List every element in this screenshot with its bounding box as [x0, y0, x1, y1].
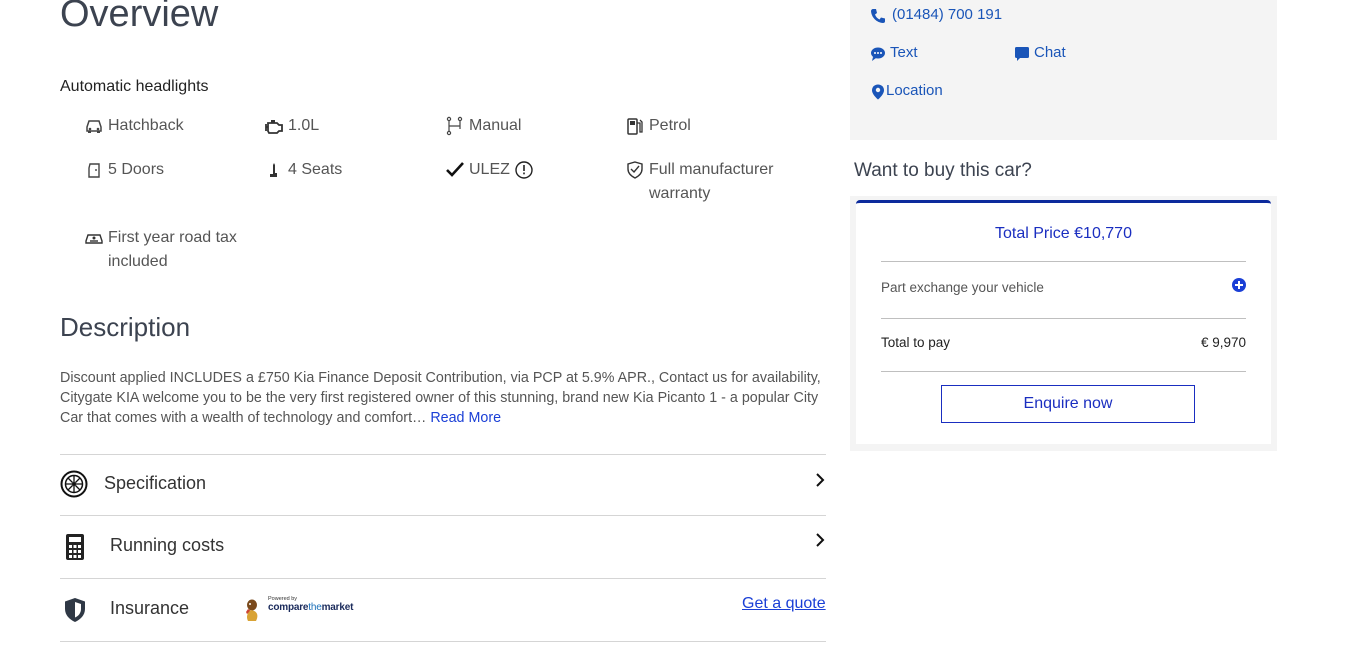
total-to-pay-label: Total to pay — [881, 335, 951, 350]
read-more-link[interactable]: Read More — [430, 410, 501, 426]
divider — [60, 454, 826, 455]
feature-label: 4 Seats — [288, 161, 343, 178]
text-label: Text — [890, 44, 918, 61]
chevron-right-icon — [816, 533, 825, 547]
calculator-icon — [66, 534, 84, 560]
feature-label: Manual — [469, 117, 522, 134]
map-pin-icon — [872, 84, 884, 100]
accordion-label: Insurance — [110, 598, 190, 618]
gearbox-icon — [446, 116, 463, 136]
ctm-brand-c: market — [321, 602, 354, 613]
overview-title: Overview — [60, 0, 219, 35]
ctm-brand-a: compare — [268, 602, 309, 613]
info-alert-icon[interactable] — [515, 161, 533, 179]
total-to-pay-value: € 9,970 — [1200, 335, 1246, 350]
add-part-exchange-icon[interactable] — [1232, 278, 1246, 292]
dealer-contact-panel: (01484) 700 191 Text Chat Location — [850, 0, 1277, 140]
buy-card: Total Price €10,770 Part exchange your v… — [850, 196, 1277, 451]
location-label: Location — [886, 82, 943, 99]
road-tax-icon — [85, 234, 103, 244]
meerkat-icon — [246, 599, 258, 621]
feature-label: Hatchback — [108, 117, 184, 134]
checkmark-icon — [446, 162, 464, 177]
part-exchange-label: Part exchange your vehicle — [881, 280, 1044, 295]
feature-label-line1: Full manufacturer — [649, 161, 774, 178]
feature-label-line2: included — [108, 253, 168, 270]
ctm-brand: comparethemarket — [268, 602, 353, 613]
feature-label-line2: warranty — [649, 185, 711, 202]
divider — [60, 515, 826, 516]
divider — [881, 371, 1246, 372]
chat-icon — [1015, 47, 1029, 61]
accordion-label: Specification — [104, 473, 207, 493]
get-quote-link[interactable]: Get a quote — [742, 595, 826, 613]
accordion-label: Running costs — [110, 535, 225, 555]
chat-label: Chat — [1034, 44, 1066, 61]
car-icon — [86, 120, 102, 133]
phone-icon — [871, 9, 885, 23]
highlight-text: Automatic headlights — [60, 78, 209, 95]
description-title: Description — [60, 312, 191, 342]
phone-number: (01484) 700 191 — [892, 6, 1003, 23]
shield-icon — [65, 598, 85, 622]
fuel-pump-icon — [627, 118, 643, 135]
divider — [881, 261, 1246, 262]
feature-label: ULEZ — [469, 161, 510, 178]
comparethemarket-logo: Powered by comparethemarket — [243, 596, 378, 624]
chevron-right-icon — [816, 473, 825, 487]
divider — [60, 578, 826, 579]
feature-label-line1: First year road tax — [108, 229, 237, 246]
enquire-now-button[interactable]: Enquire now — [941, 385, 1195, 423]
warranty-shield-icon — [627, 161, 643, 179]
wheel-icon — [60, 470, 88, 498]
seat-icon — [270, 163, 277, 177]
ctm-brand-b: the — [308, 602, 322, 613]
engine-icon — [265, 120, 283, 134]
total-price: Total Price €10,770 — [995, 225, 1132, 242]
feature-label: 5 Doors — [108, 161, 165, 178]
speech-bubble-icon — [871, 47, 885, 61]
description-text: Discount applied INCLUDES a £750 Kia Fin… — [60, 368, 828, 428]
buy-section-title: Want to buy this car? — [854, 160, 1032, 181]
divider — [881, 318, 1246, 319]
divider — [60, 641, 826, 642]
buy-card-inner: Total Price €10,770 Part exchange your v… — [856, 200, 1271, 444]
feature-label: 1.0L — [288, 117, 320, 134]
door-icon — [88, 163, 100, 178]
feature-label: Petrol — [649, 117, 691, 134]
